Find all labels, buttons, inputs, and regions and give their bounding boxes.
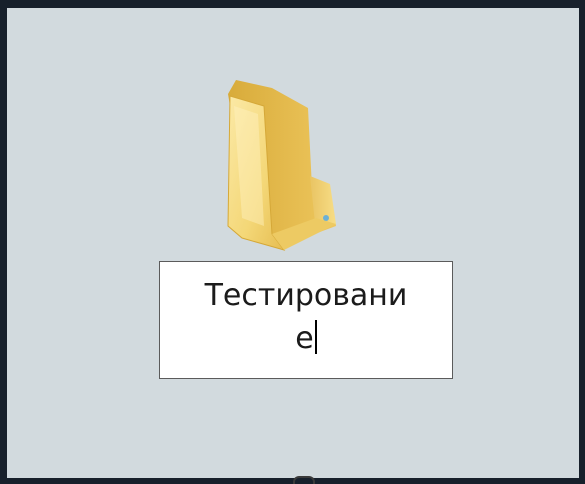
- rename-text-line-1: Тестировани: [204, 278, 408, 313]
- next-item-partial-icon: [293, 476, 315, 484]
- desktop-area[interactable]: Тестировани е: [7, 8, 579, 484]
- text-caret: [314, 320, 317, 354]
- folder-icon[interactable]: [212, 76, 342, 251]
- rename-text-line-2: е: [295, 321, 314, 356]
- folder-rename-input[interactable]: Тестировани е: [159, 261, 453, 379]
- screen-frame: Тестировани е: [0, 0, 585, 484]
